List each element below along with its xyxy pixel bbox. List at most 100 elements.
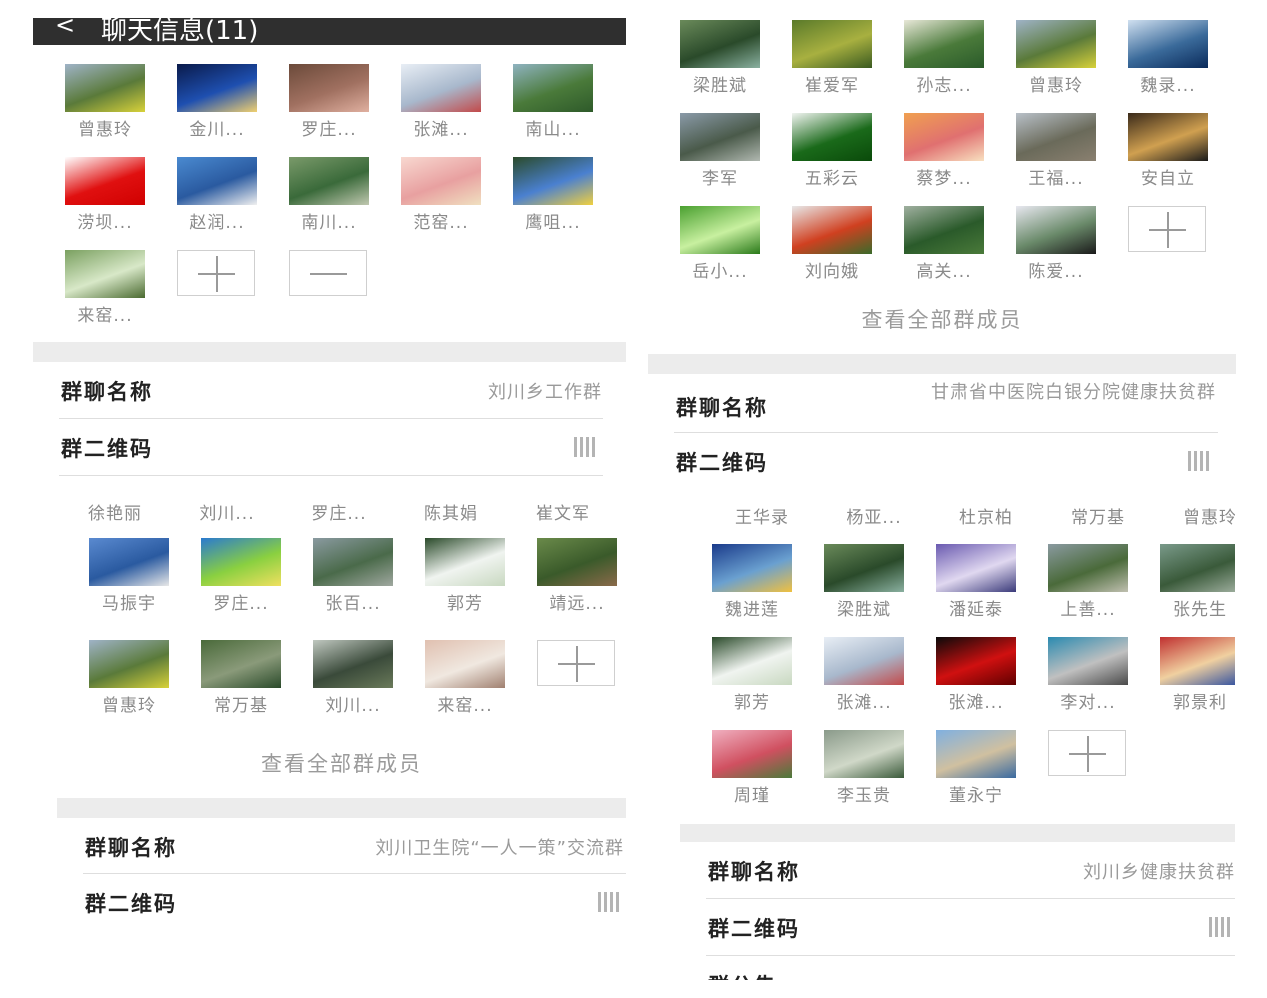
view-all-members-link[interactable]: 查看全部群成员: [57, 748, 626, 778]
member-name: 来窑...: [437, 696, 493, 716]
add-member-plus-icon[interactable]: [1128, 206, 1206, 252]
member-cell[interactable]: 金川...: [157, 64, 267, 152]
member-cell[interactable]: 南山...: [493, 64, 603, 152]
member-cell[interactable]: 魏进莲: [692, 544, 802, 632]
member-cell[interactable]: 上善...: [1028, 544, 1138, 632]
group-name-value: 刘川乡工作群: [488, 382, 602, 403]
qr-code-icon: [1209, 917, 1235, 937]
member-avatar: [1160, 637, 1235, 685]
member-avatar: [792, 206, 872, 254]
member-cell[interactable]: 马振宇: [69, 538, 179, 626]
member-cell[interactable]: 曾惠玲: [69, 640, 179, 728]
member-cell[interactable]: 梁胜斌: [660, 20, 770, 108]
member-name: 崔爱军: [805, 76, 859, 96]
member-name: 张百...: [325, 594, 381, 614]
qr-code-label: 群二维码: [676, 451, 768, 475]
member-name: 郭芳: [447, 594, 483, 614]
member-name: 张先生: [1173, 600, 1227, 620]
member-cell[interactable]: 岳小...: [660, 206, 770, 294]
group-notice-label: 群公告: [708, 970, 777, 980]
member-cell[interactable]: 刘川...: [293, 640, 403, 728]
member-avatar: [712, 730, 792, 778]
member-cell[interactable]: 靖远...: [517, 538, 626, 626]
member-cell[interactable]: 蔡梦...: [884, 113, 994, 201]
back-chevron-icon[interactable]: <: [55, 18, 75, 39]
member-name: 马振宇: [102, 594, 156, 614]
remove-member-minus-icon[interactable]: [289, 250, 367, 296]
member-cell[interactable]: 安自立: [1108, 113, 1218, 201]
member-name: 张滩...: [948, 693, 1004, 713]
member-avatar: [289, 64, 369, 112]
member-cell[interactable]: 潘延泰: [916, 544, 1026, 632]
member-name: 陈其娟: [424, 504, 478, 524]
member-avatar: [904, 113, 984, 161]
qr-code-row[interactable]: 群二维码: [33, 419, 626, 475]
member-cell[interactable]: 五彩云: [772, 113, 882, 201]
add-member-cell[interactable]: [517, 640, 626, 728]
qr-code-row[interactable]: 群二维码: [57, 874, 626, 916]
member-cell[interactable]: 孙志...: [884, 20, 994, 108]
member-cell[interactable]: 来窑...: [405, 640, 515, 728]
member-cell[interactable]: 张滩...: [381, 64, 491, 152]
member-cell[interactable]: 周瑾: [692, 730, 802, 818]
member-cell[interactable]: 李军: [660, 113, 770, 201]
member-cell[interactable]: 罗庄...: [181, 538, 291, 626]
member-avatar: [936, 637, 1016, 685]
member-avatar: [1048, 637, 1128, 685]
remove-member-cell[interactable]: [269, 250, 379, 338]
member-cell[interactable]: 罗庄...: [269, 64, 379, 152]
member-cell[interactable]: 王福...: [996, 113, 1106, 201]
member-avatar: [89, 538, 169, 586]
member-cell[interactable]: 刘向娥: [772, 206, 882, 294]
member-cell[interactable]: 赵润...: [157, 157, 267, 245]
member-cell[interactable]: 郭芳: [405, 538, 515, 626]
qr-code-icon: [574, 437, 600, 457]
qr-code-label: 群二维码: [61, 437, 153, 461]
member-cell[interactable]: 梁胜斌: [804, 544, 914, 632]
member-cell[interactable]: 郭芳: [692, 637, 802, 725]
group-notice-row[interactable]: 群公告: [680, 956, 1235, 980]
member-cell[interactable]: 高关...: [884, 206, 994, 294]
member-cell[interactable]: 李对...: [1028, 637, 1138, 725]
member-avatar: [401, 157, 481, 205]
member-cell[interactable]: 魏录...: [1108, 20, 1218, 108]
group-name-row[interactable]: 群聊名称 刘川卫生院“一人一策”交流群: [57, 818, 626, 874]
member-avatar: [936, 730, 1016, 778]
member-cell[interactable]: 常万基: [181, 640, 291, 728]
view-all-members-link[interactable]: 查看全部群成员: [648, 304, 1236, 334]
add-member-plus-icon[interactable]: [177, 250, 255, 296]
add-member-plus-icon[interactable]: [537, 640, 615, 686]
group-name-row[interactable]: 群聊名称 甘肃省中医院白银分院健康扶贫群: [648, 374, 1236, 432]
member-cell[interactable]: 崔爱军: [772, 20, 882, 108]
group-name-value: 刘川卫生院“一人一策”交流群: [375, 838, 624, 859]
member-cell[interactable]: 陈爱...: [996, 206, 1106, 294]
member-cell[interactable]: 曾惠玲: [45, 64, 155, 152]
add-member-cell[interactable]: [1108, 206, 1218, 294]
member-cell[interactable]: 张百...: [293, 538, 403, 626]
member-cell[interactable]: 张先生: [1140, 544, 1235, 632]
member-name: 蔡梦...: [916, 169, 972, 189]
member-cell[interactable]: 张滩...: [916, 637, 1026, 725]
group-name-row[interactable]: 群聊名称 刘川乡健康扶贫群: [680, 842, 1235, 898]
member-cell[interactable]: 范窑...: [381, 157, 491, 245]
member-cell[interactable]: 郭景利: [1140, 637, 1235, 725]
member-name: 常万基: [214, 696, 268, 716]
member-avatar: [425, 640, 505, 688]
member-avatar: [289, 157, 369, 205]
add-member-plus-icon[interactable]: [1048, 730, 1126, 776]
section-gap: [33, 342, 626, 362]
member-cell[interactable]: 李玉贵: [804, 730, 914, 818]
qr-code-row[interactable]: 群二维码: [648, 433, 1236, 489]
member-cell[interactable]: 鹰咀...: [493, 157, 603, 245]
member-cell[interactable]: 董永宁: [916, 730, 1026, 818]
member-cell[interactable]: 曾惠玲: [996, 20, 1106, 108]
member-cell[interactable]: 涝坝...: [45, 157, 155, 245]
qr-code-row[interactable]: 群二维码: [680, 899, 1235, 955]
member-cell[interactable]: 来窑...: [45, 250, 155, 338]
add-member-cell[interactable]: [1028, 730, 1138, 818]
member-cell[interactable]: 南川...: [269, 157, 379, 245]
member-avatar: [824, 544, 904, 592]
member-cell[interactable]: 张滩...: [804, 637, 914, 725]
add-member-cell[interactable]: [157, 250, 267, 338]
group-name-row[interactable]: 群聊名称 刘川乡工作群: [33, 362, 626, 418]
